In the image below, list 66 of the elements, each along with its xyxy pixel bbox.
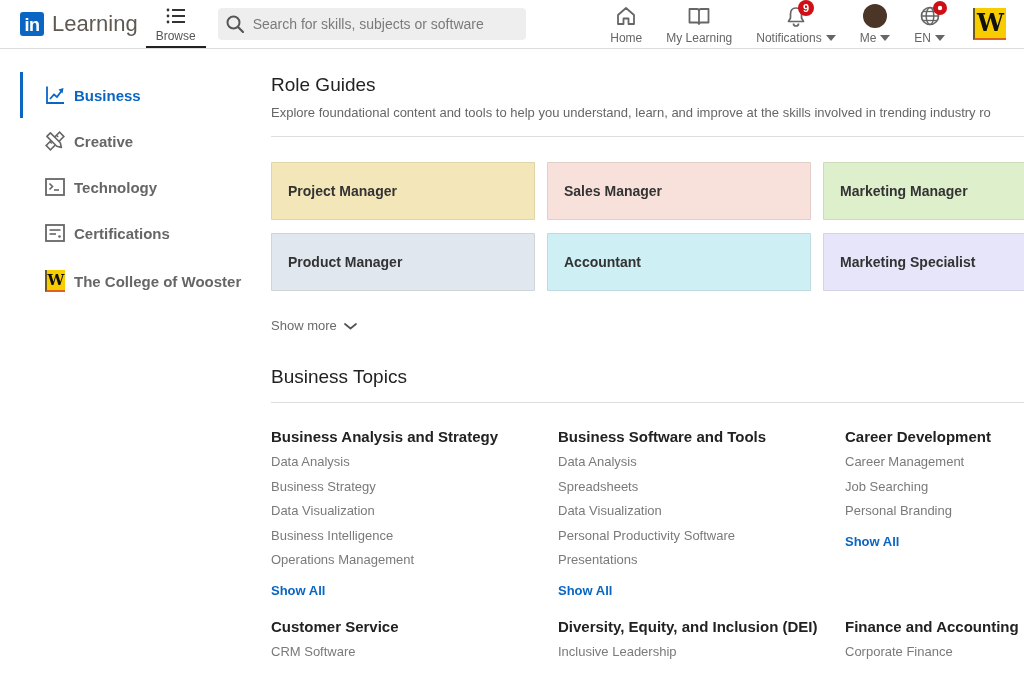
role-card[interactable]: Marketing Specialist [823, 233, 1024, 291]
section-title: Business Topics [271, 365, 408, 389]
nav-button[interactable]: Home [600, 0, 653, 48]
topic-link[interactable]: Business Intelligence [271, 523, 394, 548]
college-logo: W [45, 270, 65, 292]
nav-button[interactable]: Me [849, 0, 901, 48]
globe-icon [918, 5, 941, 27]
sidebar-item[interactable]: Technology [20, 164, 250, 210]
show-more-button[interactable]: Show more [271, 317, 357, 335]
chevron-down-icon [343, 322, 357, 330]
topic-link[interactable]: Inclusive Leadership [558, 639, 677, 664]
product-name: Learning [52, 11, 138, 37]
topic-link[interactable]: Data Analysis [558, 450, 637, 475]
sidebar-item[interactable]: W The College of Wooster [20, 258, 250, 304]
caret-icon [825, 35, 836, 41]
topic-link[interactable]: Job Searching [845, 474, 929, 499]
section-title: Role Guides [271, 73, 377, 97]
caret-icon [880, 35, 891, 41]
topic-link[interactable]: Data Visualization [558, 499, 662, 524]
topic-heading-link[interactable]: Business Software and Tools [558, 427, 767, 447]
topic-link[interactable]: Data Analysis [271, 450, 350, 475]
pencil-ruler-icon [45, 131, 65, 151]
topic-link[interactable]: Personal Branding [845, 499, 952, 524]
terminal-icon [45, 178, 65, 196]
topic-link[interactable]: Operations Management [271, 548, 415, 573]
role-card[interactable]: Project Manager [271, 162, 535, 220]
avatar-icon [863, 4, 887, 28]
role-card[interactable]: Product Manager [271, 233, 535, 291]
nav-button[interactable]: My Learning [656, 0, 743, 48]
home-icon [615, 5, 638, 27]
certificate-icon [45, 224, 65, 242]
role-card[interactable]: Accountant [547, 233, 811, 291]
search-icon [225, 15, 244, 33]
nav-button[interactable]: EN [904, 0, 955, 48]
topic-heading-link[interactable]: Diversity, Equity, and Inclusion (DEI) [558, 616, 818, 637]
search-field[interactable]: Search for skills, subjects or software [217, 8, 526, 40]
browse-button[interactable]: Browse [145, 0, 206, 48]
college-logo[interactable]: W [973, 8, 1006, 40]
topic-link[interactable]: Career Management [845, 450, 965, 475]
menu-icon [165, 7, 186, 25]
role-card[interactable]: Marketing Manager [823, 162, 1024, 220]
role-card[interactable]: Sales Manager [547, 162, 811, 220]
trend-chart-icon [45, 85, 65, 105]
topic-link[interactable]: Business Strategy [271, 474, 376, 499]
notification-badge: 9 [797, 0, 814, 16]
section-description: Explore foundational content and tools to help you understand, learn, and improve at the skills involved in trending industry ro [271, 104, 992, 122]
sidebar-item[interactable]: Certifications [20, 210, 250, 256]
show-all-link[interactable]: Show All [845, 531, 900, 552]
topic-heading-link[interactable]: Finance and Accounting [845, 616, 1019, 637]
topic-heading-link[interactable]: Business Analysis and Strategy [271, 427, 499, 447]
nav-button[interactable]: 9 Notifications [746, 0, 846, 48]
show-all-link[interactable]: Show All [558, 580, 613, 601]
topic-heading-link[interactable]: Customer Service [271, 616, 399, 637]
show-all-link[interactable]: Show All [271, 580, 326, 601]
topic-link[interactable]: Presentations [558, 548, 638, 573]
sidebar-item[interactable]: Creative [20, 118, 250, 164]
topic-link[interactable]: Data Visualization [271, 499, 375, 524]
topic-link[interactable]: Spreadsheets [558, 474, 639, 499]
sidebar-item[interactable]: Business [20, 72, 250, 118]
topic-link[interactable]: CRM Software [271, 639, 356, 664]
topic-link[interactable]: Personal Productivity Software [558, 523, 736, 548]
book-icon [688, 6, 711, 26]
topic-heading-link[interactable]: Career Development [845, 427, 991, 447]
caret-icon [935, 35, 945, 41]
topic-link[interactable]: Corporate Finance [845, 639, 953, 664]
in-logo[interactable]: in [20, 12, 44, 36]
